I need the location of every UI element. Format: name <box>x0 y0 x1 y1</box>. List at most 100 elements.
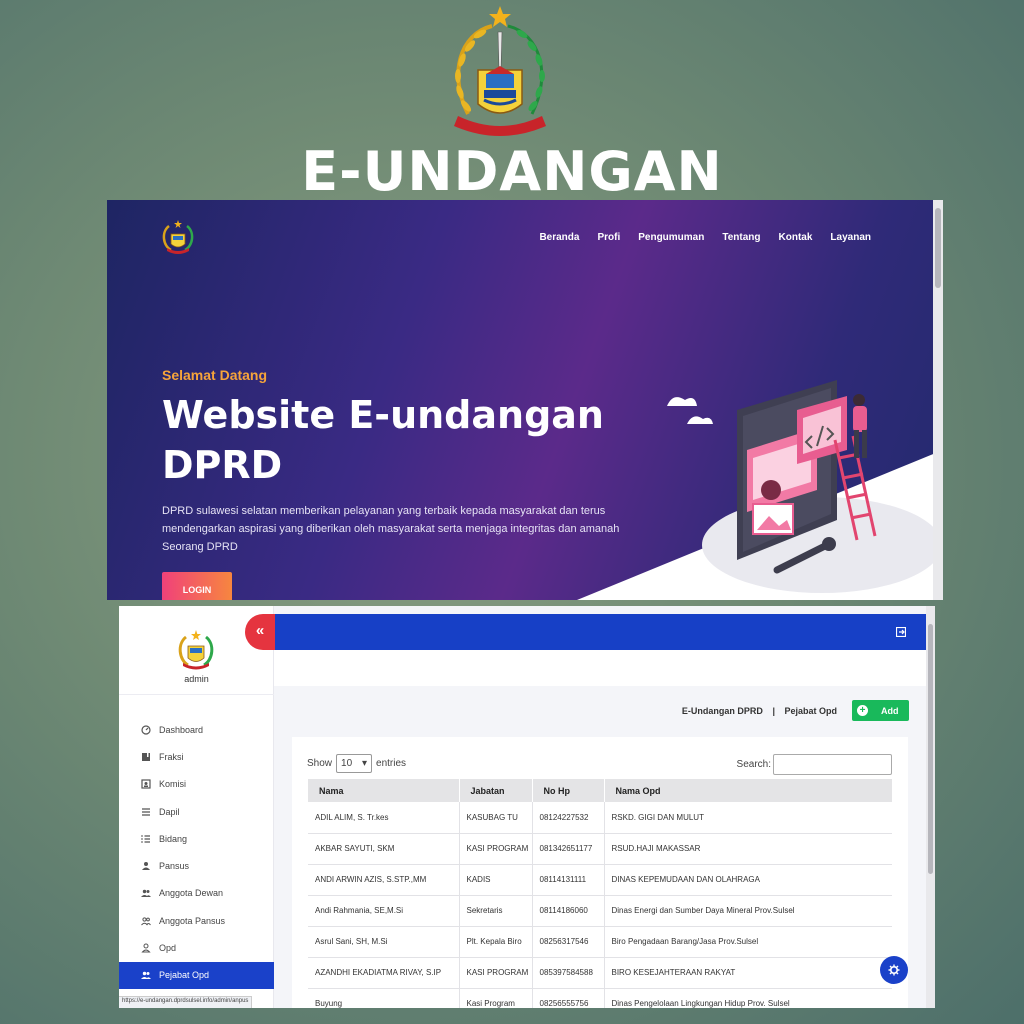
page-title: E-UNDANGAN <box>301 140 723 203</box>
sidebar-item-label: Opd <box>159 943 177 954</box>
nav-profi[interactable]: Profi <box>597 232 620 243</box>
cell-jabatan: KADIS <box>459 864 533 896</box>
column-header-jabatan[interactable]: Jabatan <box>459 779 533 802</box>
breadcrumb-item-current: Pejabat Opd <box>784 706 837 716</box>
hero-scrollbar[interactable] <box>933 200 943 600</box>
column-header-nama-opd[interactable]: Nama Opd <box>604 779 892 802</box>
sidebar-item-label: Fraksi <box>159 751 184 762</box>
sidebar-menu: Dashboard Fraksi Komisi Dapil Bidang Pan… <box>119 716 274 989</box>
sidebar-divider <box>119 694 274 695</box>
nav-tentang[interactable]: Tentang <box>722 232 760 243</box>
cell-nama: Andi Rahmania, SE,M.Si <box>308 895 460 927</box>
hero-subtitle: Selamat Datang <box>162 367 268 383</box>
table-search: Search: <box>737 754 892 775</box>
cell-no-hp: 08124227532 <box>532 802 605 834</box>
id-card-icon <box>141 779 151 789</box>
entries-label: entries <box>376 758 407 769</box>
cell-nama-opd: Biro Pengadaan Barang/Jasa Prov.Sulsel <box>604 926 892 958</box>
sidebar-item-label: Dapil <box>159 806 180 817</box>
hero-logo-icon[interactable] <box>161 218 195 254</box>
sidebar-item-label: Komisi <box>159 779 187 790</box>
hero-title: Website E-undangan DPRD <box>162 393 604 487</box>
sidebar-item-opd[interactable]: Opd <box>119 934 274 961</box>
cell-no-hp: 08256317546 <box>532 926 605 958</box>
cell-no-hp: 08114186060 <box>532 895 605 927</box>
cell-no-hp: 081342651177 <box>532 833 605 865</box>
table-row[interactable]: AKBAR SAYUTI, SKM KASI PROGRAM 081342651… <box>308 833 892 865</box>
hero-landing-screenshot: Beranda Profi Pengumuman Tentang Kontak … <box>107 200 943 600</box>
nav-kontak[interactable]: Kontak <box>779 232 813 243</box>
cell-nama-opd: RSKD. GIGI DAN MULUT <box>604 802 892 834</box>
hero-nav: Beranda Profi Pengumuman Tentang Kontak … <box>539 232 871 243</box>
settings-button[interactable] <box>880 956 908 984</box>
show-label: Show <box>307 758 333 769</box>
sidebar: admin Dashboard Fraksi Komisi Dapil Bida… <box>119 606 274 1008</box>
search-label: Search: <box>736 759 771 770</box>
content-subheader <box>274 650 926 686</box>
sidebar-collapse-button[interactable]: « <box>245 614 275 650</box>
nav-layanan[interactable]: Layanan <box>830 232 871 243</box>
cell-nama-opd: RSUD.HAJI MAKASSAR <box>604 833 892 865</box>
sidebar-item-komisi[interactable]: Komisi <box>119 771 274 798</box>
users-outline-icon <box>141 916 151 926</box>
sidebar-item-anggota-pansus[interactable]: Anggota Pansus <box>119 907 274 934</box>
table-row[interactable]: Andi Rahmania, SE,M.Si Sekretaris 081141… <box>308 895 892 927</box>
table-row[interactable]: ADIL ALIM, S. Tr.kes KASUBAG TU 08124227… <box>308 802 892 834</box>
logout-icon[interactable] <box>896 627 906 637</box>
entries-length-control: Show 10 ▾ entries <box>307 754 406 773</box>
breadcrumb-item-home[interactable]: E-Undangan DPRD <box>682 706 763 716</box>
admin-panel-screenshot: admin Dashboard Fraksi Komisi Dapil Bida… <box>119 606 935 1008</box>
table-row[interactable]: ANDI ARWIN AZIS, S.STP.,MM KADIS 0811413… <box>308 864 892 896</box>
cell-jabatan: KASUBAG TU <box>459 802 533 834</box>
cell-no-hp: 08256555756 <box>532 988 605 1008</box>
status-bar-url: https://e-undangan.dprdsulsel.info/admin… <box>119 996 253 1008</box>
column-header-nama[interactable]: Nama <box>308 779 460 802</box>
hero-description: DPRD sulawesi selatan memberikan pelayan… <box>162 505 620 553</box>
ordered-list-icon <box>141 834 151 844</box>
add-button[interactable]: + Add <box>852 700 909 721</box>
column-header-no-hp[interactable]: No Hp <box>532 779 605 802</box>
top-navbar <box>274 614 926 650</box>
nav-pengumuman[interactable]: Pengumuman <box>638 232 704 243</box>
cell-nama-opd: Dinas Energi dan Sumber Daya Mineral Pro… <box>604 895 892 927</box>
entries-select[interactable]: 10 ▾ <box>336 754 373 773</box>
nav-beranda[interactable]: Beranda <box>539 232 579 243</box>
sidebar-item-dashboard[interactable]: Dashboard <box>119 716 274 743</box>
cell-jabatan: KASI PROGRAM <box>459 957 533 989</box>
plus-icon: + <box>857 705 868 716</box>
web-development-illustration <box>667 380 937 593</box>
list-icon <box>141 807 151 817</box>
cell-nama: AKBAR SAYUTI, SKM <box>308 833 460 865</box>
entries-value: 10 <box>341 758 353 769</box>
user-icon <box>141 861 151 871</box>
sidebar-item-label: Dashboard <box>159 724 204 735</box>
cell-nama-opd: DINAS KEPEMUDAAN DAN OLAHRAGA <box>604 864 892 896</box>
cell-jabatan: Kasi Program <box>459 988 533 1008</box>
sidebar-item-pansus[interactable]: Pansus <box>119 852 274 879</box>
add-button-label: Add <box>881 705 899 716</box>
table-row[interactable]: Asrul Sani, SH, M.Si Plt. Kepala Biro 08… <box>308 926 892 958</box>
cell-nama: ADIL ALIM, S. Tr.kes <box>308 802 460 834</box>
sidebar-item-anggota-dewan[interactable]: Anggota Dewan <box>119 880 274 907</box>
admin-scrollbar[interactable] <box>926 606 935 1008</box>
sidebar-logo-icon <box>178 630 214 670</box>
table-row[interactable]: AZANDHI EKADIATMA RIVAY, S.IP KASI PROGR… <box>308 957 892 989</box>
sidebar-item-label: Anggota Dewan <box>159 888 224 899</box>
cell-no-hp: 08114131111 <box>532 864 605 896</box>
cell-jabatan: KASI PROGRAM <box>459 833 533 865</box>
sidebar-item-fraksi[interactable]: Fraksi <box>119 743 274 770</box>
cell-nama: Buyung <box>308 988 460 1008</box>
cell-nama: AZANDHI EKADIATMA RIVAY, S.IP <box>308 957 460 989</box>
cell-nama-opd: BIRO KESEJAHTERAAN RAKYAT <box>604 957 892 989</box>
search-input[interactable] <box>773 754 892 775</box>
sidebar-item-label: Pejabat Opd <box>159 970 210 981</box>
users-icon <box>141 970 151 980</box>
cell-nama: Asrul Sani, SH, M.Si <box>308 926 460 958</box>
sidebar-item-pejabat-opd[interactable]: Pejabat Opd <box>119 961 274 989</box>
breadcrumb: E-Undangan DPRD | Pejabat Opd <box>682 706 837 716</box>
sidebar-item-dapil[interactable]: Dapil <box>119 798 274 825</box>
table-row[interactable]: Buyung Kasi Program 08256555756 Dinas Pe… <box>308 988 892 1008</box>
login-button[interactable]: LOGIN <box>162 572 232 600</box>
cell-nama-opd: Dinas Pengelolaan Lingkungan Hidup Prov.… <box>604 988 892 1008</box>
sidebar-item-bidang[interactable]: Bidang <box>119 825 274 852</box>
